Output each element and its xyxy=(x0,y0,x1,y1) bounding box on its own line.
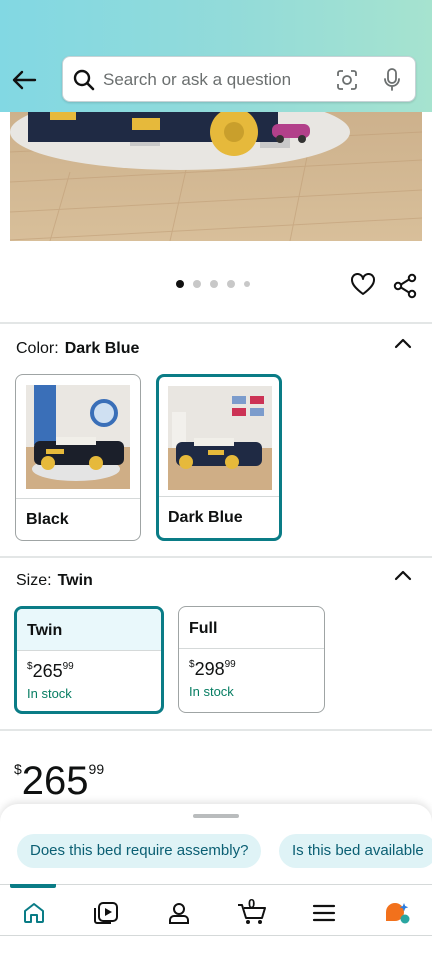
search-bar[interactable]: Search or ask a question xyxy=(62,56,416,102)
product-page: Search or ask a question Color: Dark Blu… xyxy=(0,0,432,960)
tab-menu[interactable] xyxy=(310,899,338,927)
heart-icon[interactable] xyxy=(350,273,376,297)
size-price: $29899 xyxy=(179,649,324,680)
swatch-name: Dark Blue xyxy=(159,496,279,538)
price-currency: $ xyxy=(14,761,22,777)
color-swatch-black[interactable]: Black xyxy=(15,374,141,541)
swatch-image xyxy=(26,385,130,489)
video-icon xyxy=(94,902,118,924)
camera-lens-icon[interactable] xyxy=(336,69,358,91)
size-label: Size: xyxy=(16,572,52,589)
suggestion-sheet: Does this bed require assembly? Is this … xyxy=(0,804,432,960)
size-price: $26599 xyxy=(17,651,161,682)
tab-video[interactable] xyxy=(92,899,120,927)
carousel-dot[interactable] xyxy=(193,280,201,288)
menu-icon xyxy=(312,904,336,922)
rufus-icon xyxy=(386,903,410,924)
price-whole: 265 xyxy=(21,759,89,803)
suggestion-chip[interactable]: Does this bed require assembly? xyxy=(17,834,262,868)
chevron-up-icon[interactable] xyxy=(394,336,412,350)
home-icon xyxy=(24,903,44,923)
color-selected-value: Dark Blue xyxy=(64,340,140,357)
search-icon xyxy=(73,69,95,91)
carousel-dot[interactable] xyxy=(210,280,218,288)
active-tab-indicator xyxy=(10,884,56,888)
sheet-drag-handle[interactable] xyxy=(193,814,239,818)
size-option-label: Size: Twin xyxy=(16,572,93,590)
price-fraction: 99 xyxy=(62,661,74,672)
tab-home[interactable] xyxy=(20,899,48,927)
price-fraction: 99 xyxy=(224,659,236,670)
color-option-label: Color: Dark Blue xyxy=(16,340,139,358)
divider xyxy=(0,935,432,936)
price-whole: 298 xyxy=(194,659,225,679)
image-carousel-dots xyxy=(176,280,250,288)
carousel-dot[interactable] xyxy=(176,280,184,288)
divider xyxy=(0,729,432,731)
chevron-up-icon[interactable] xyxy=(394,568,412,582)
price-whole: 265 xyxy=(32,661,63,681)
carousel-dot[interactable] xyxy=(227,280,235,288)
microphone-icon[interactable] xyxy=(383,68,401,92)
price-fraction: 99 xyxy=(88,761,105,777)
color-label: Color: xyxy=(16,340,59,357)
header: Search or ask a question xyxy=(0,0,432,112)
product-image[interactable] xyxy=(10,112,422,241)
stock-status: In stock xyxy=(27,686,72,701)
size-card-twin[interactable]: Twin $26599 In stock xyxy=(14,606,164,714)
size-name: Full xyxy=(179,607,324,649)
tab-cart[interactable]: 0 xyxy=(236,896,268,927)
search-input[interactable]: Search or ask a question xyxy=(103,70,291,90)
tab-rufus[interactable] xyxy=(383,899,411,927)
back-button[interactable] xyxy=(10,66,38,94)
account-icon xyxy=(169,903,189,924)
back-arrow-icon xyxy=(12,70,37,90)
size-card-full[interactable]: Full $29899 In stock xyxy=(178,606,325,713)
tab-account[interactable] xyxy=(165,899,193,927)
color-swatch-dark-blue[interactable]: Dark Blue xyxy=(156,374,282,541)
suggestion-chip[interactable]: Is this bed available xyxy=(279,834,432,868)
bottom-nav: 0 xyxy=(0,884,432,936)
stock-status: In stock xyxy=(189,684,234,699)
size-selected-value: Twin xyxy=(57,572,93,589)
divider xyxy=(0,322,432,324)
share-icon[interactable] xyxy=(393,273,417,299)
swatch-name: Black xyxy=(16,498,140,540)
carousel-dot[interactable] xyxy=(244,281,250,287)
divider xyxy=(0,556,432,558)
size-name: Twin xyxy=(17,609,161,651)
cart-count: 0 xyxy=(248,896,256,911)
price-display: $26599 xyxy=(14,745,104,805)
swatch-image xyxy=(168,386,272,490)
